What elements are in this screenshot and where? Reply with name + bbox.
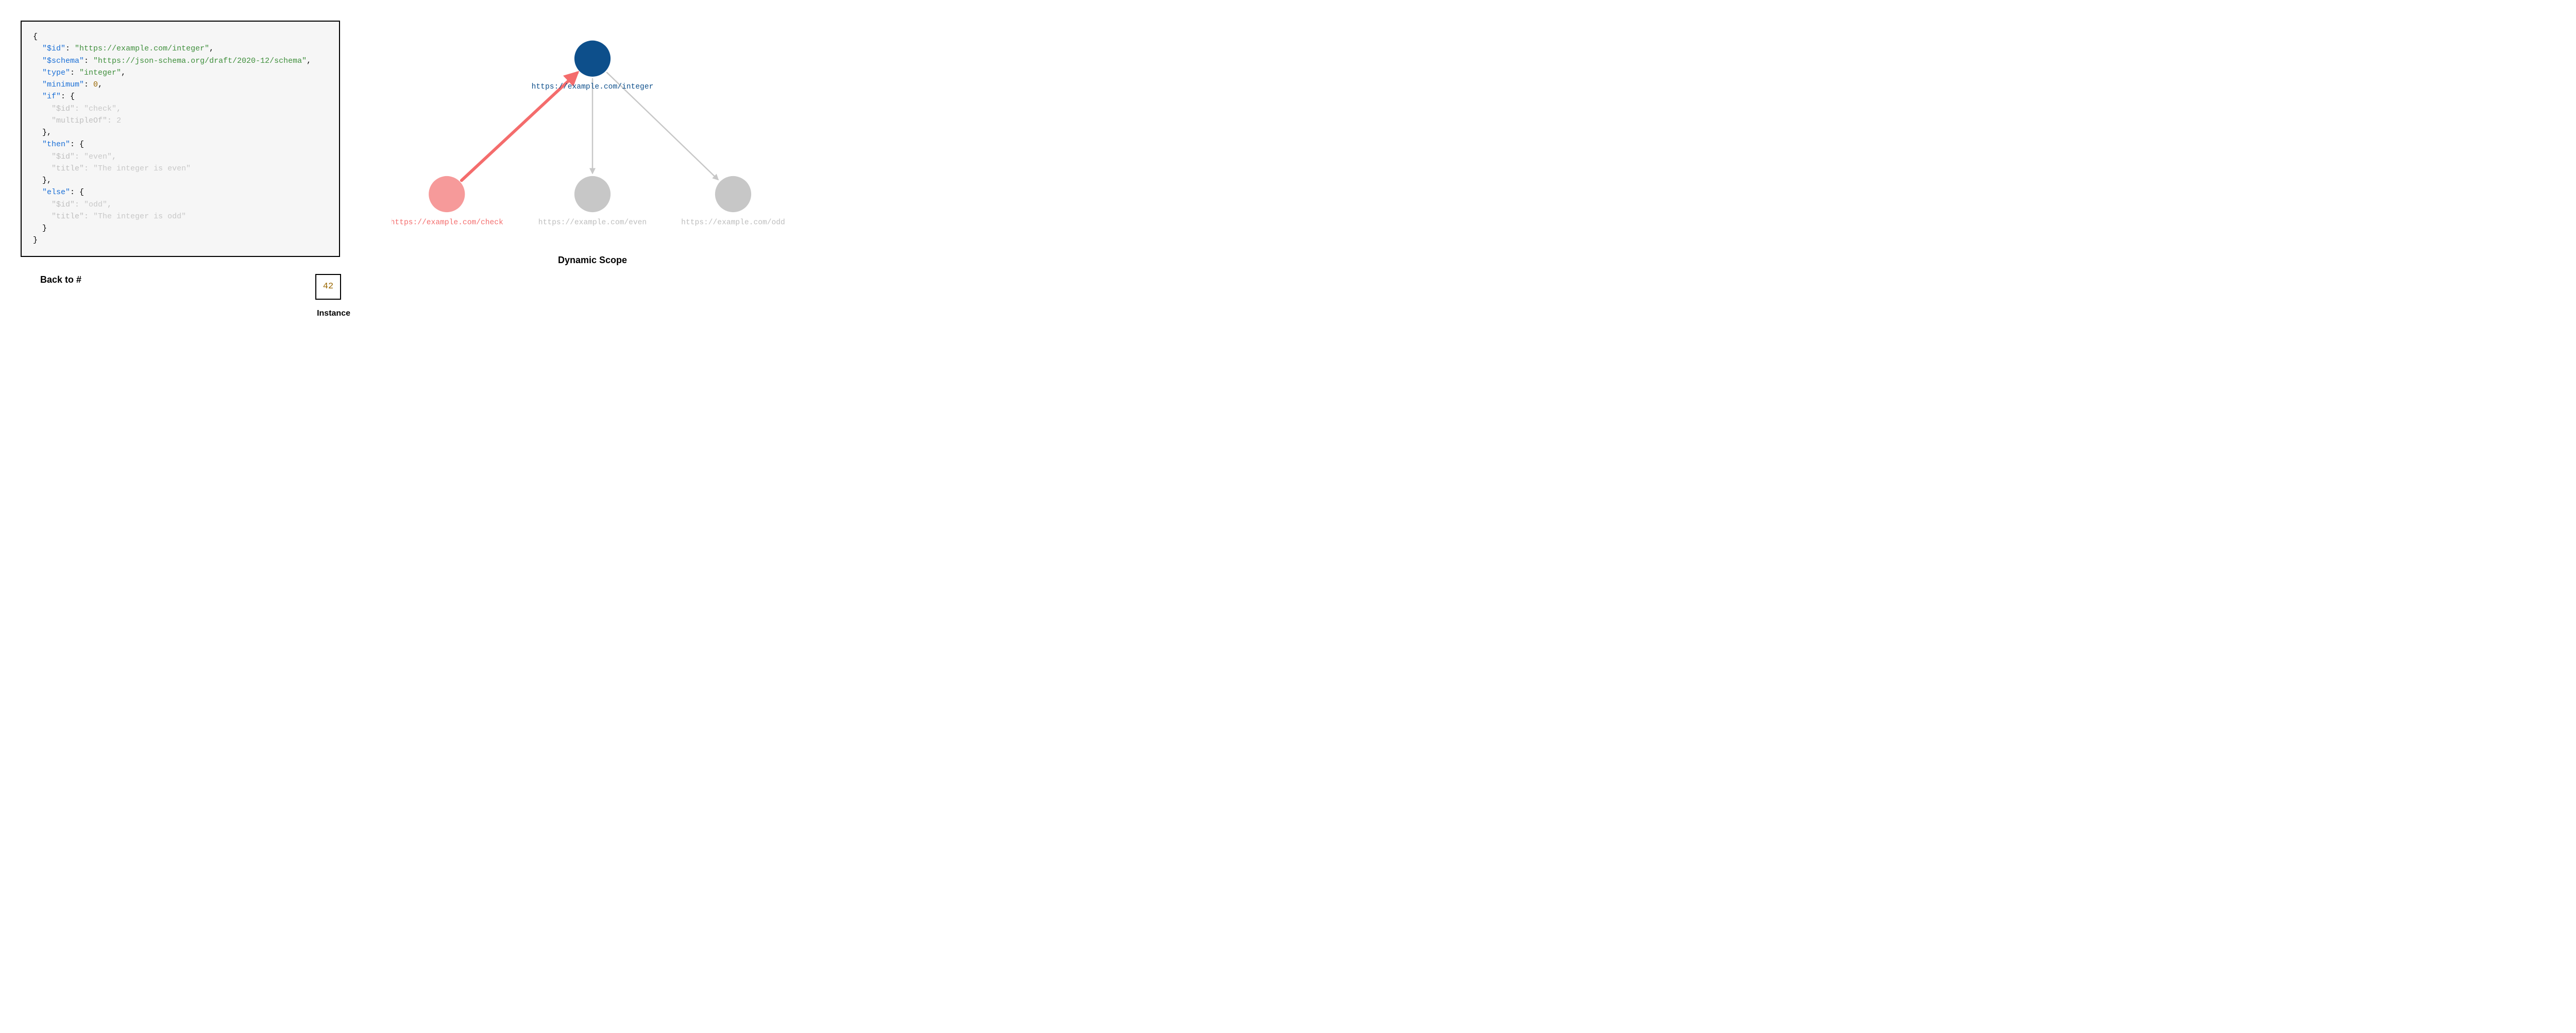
instance-caption: Instance — [317, 309, 350, 318]
node-root — [574, 41, 611, 77]
node-label-even: https://example.com/even — [538, 218, 647, 227]
node-check — [429, 176, 465, 212]
right-panel: https://example.com/integer https://examp… — [392, 21, 793, 288]
left-panel: { "$id": "https://example.com/integer", … — [21, 21, 340, 285]
instance-value: 42 — [323, 282, 333, 291]
left-caption: Back to # — [21, 274, 340, 285]
node-label-odd: https://example.com/odd — [681, 218, 785, 227]
schema-code-block: { "$id": "https://example.com/integer", … — [21, 21, 340, 257]
figure-container: { "$id": "https://example.com/integer", … — [21, 21, 793, 288]
node-odd — [715, 176, 751, 212]
right-caption: Dynamic Scope — [392, 255, 793, 266]
node-even — [574, 176, 611, 212]
instance-value-box: 42 — [315, 274, 341, 300]
node-label-check: https://example.com/check — [392, 218, 503, 227]
dynamic-scope-diagram: https://example.com/integer https://examp… — [392, 21, 793, 247]
node-label-root: https://example.com/integer — [532, 83, 654, 91]
